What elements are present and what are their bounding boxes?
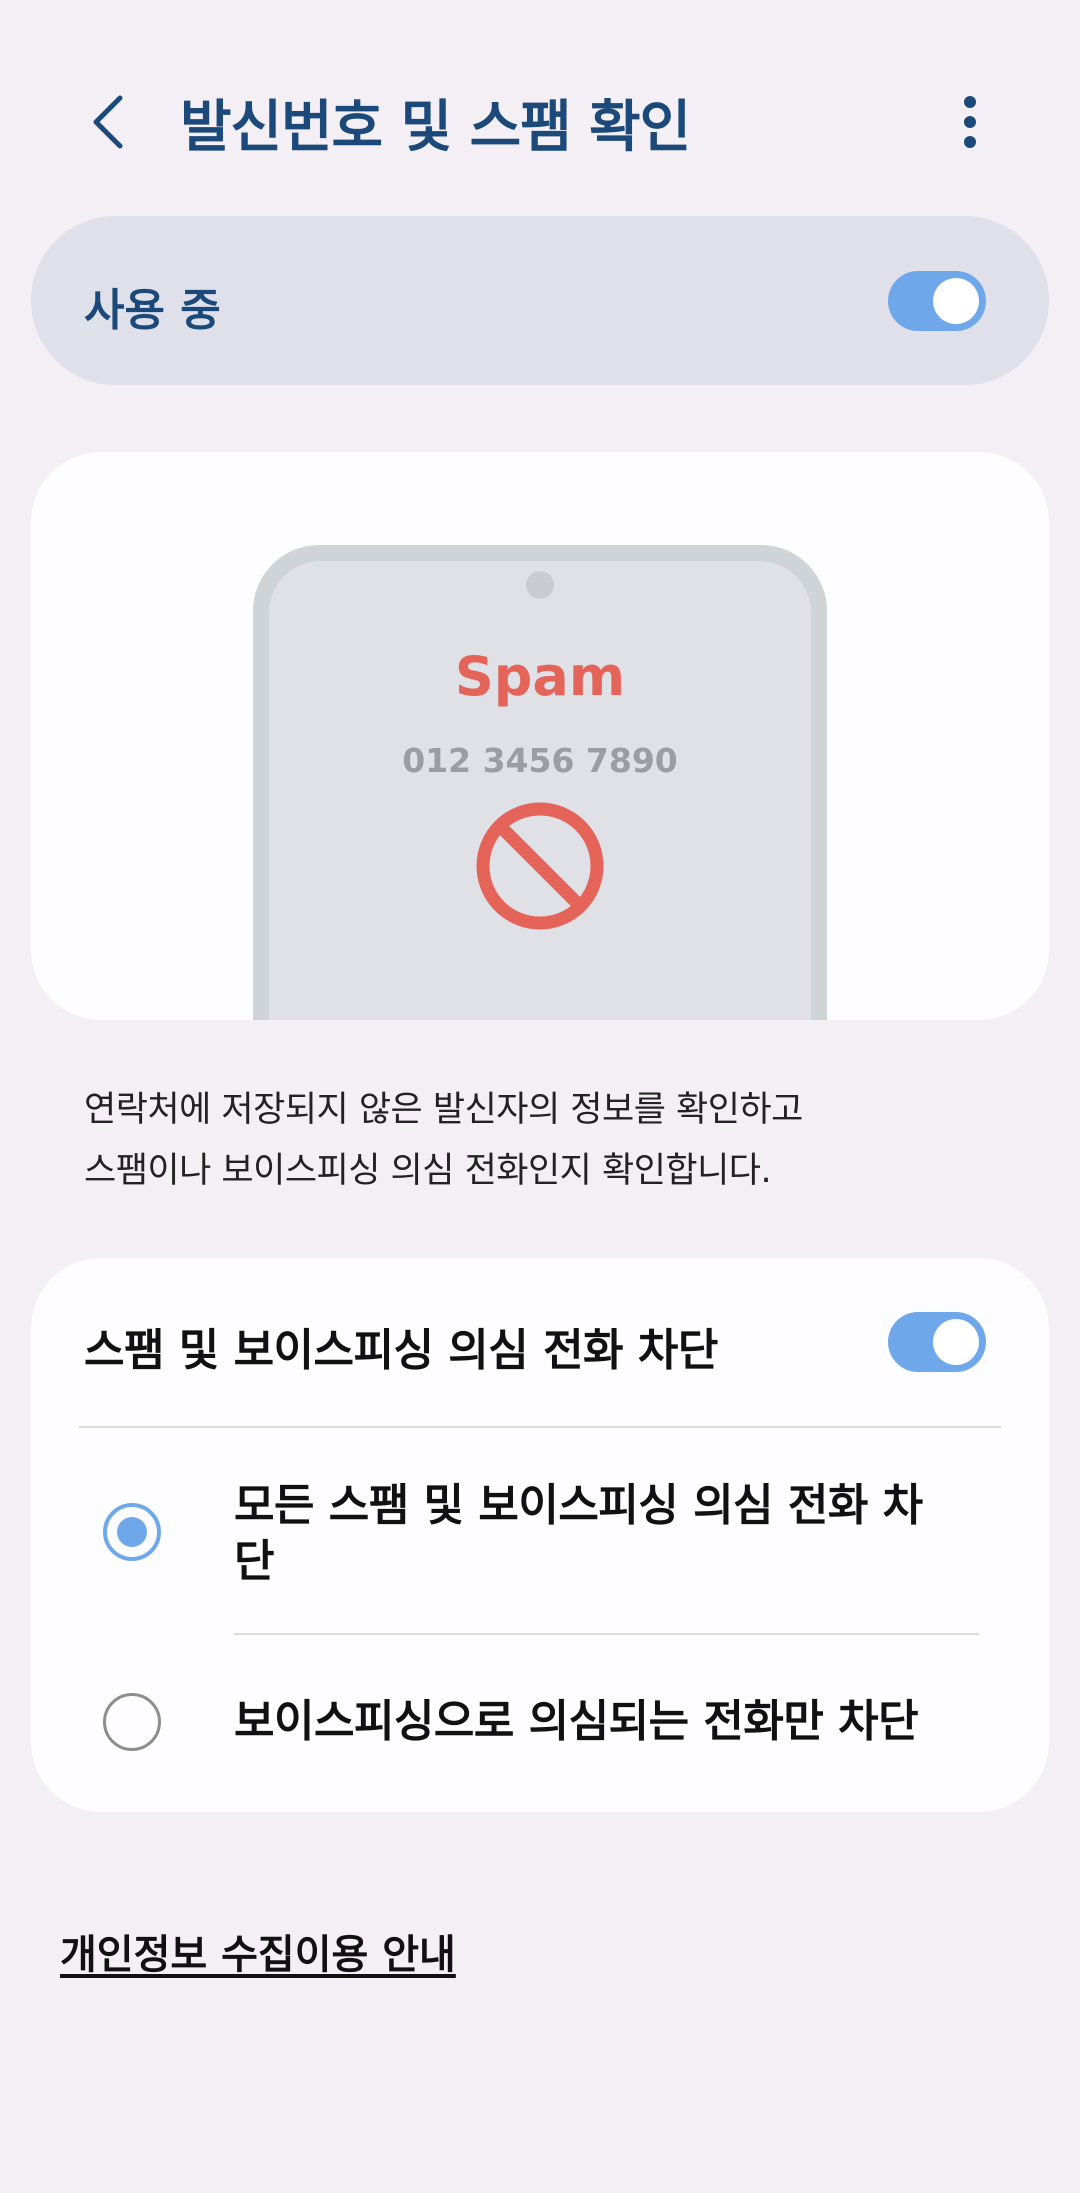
divider	[234, 1633, 979, 1635]
radio-label-block-all: 모든 스팸 및 보이스피싱 의심 전화 차단	[234, 1480, 923, 1587]
radio-button-selected[interactable]	[103, 1503, 161, 1561]
master-toggle-switch[interactable]	[888, 271, 986, 331]
description-line-2: 스팸이나 보이스피싱 의심 전화인지 확인합니다.	[84, 1151, 772, 1191]
master-toggle-row[interactable]: 사용 중	[31, 216, 1049, 385]
phone-illustration: Spam 012 3456 7890	[253, 545, 827, 1020]
master-toggle-label: 사용 중	[84, 285, 221, 336]
block-settings-card: 스팸 및 보이스피싱 의심 전화 차단 모든 스팸 및 보이스피싱 의심 전화 …	[31, 1258, 1049, 1812]
page-title: 발신번호 및 스팸 확인	[180, 95, 691, 160]
chevron-left-icon	[93, 95, 123, 149]
switch-knob	[933, 1319, 979, 1365]
radio-label-block-phishing-only: 보이스피싱으로 의심되는 전화만 차단	[234, 1696, 919, 1747]
radio-dot	[117, 1517, 147, 1547]
more-vertical-icon	[964, 96, 976, 148]
app-bar: 발신번호 및 스팸 확인	[0, 60, 1080, 185]
block-spam-label: 스팸 및 보이스피싱 의심 전화 차단	[84, 1325, 718, 1376]
block-spam-toggle-row[interactable]: 스팸 및 보이스피싱 의심 전화 차단	[31, 1258, 1049, 1426]
more-options-button[interactable]	[940, 90, 1000, 154]
feature-description: 연락처에 저장되지 않은 발신자의 정보를 확인하고 스팸이나 보이스피싱 의심…	[84, 1080, 1004, 1202]
spam-label: Spam	[454, 645, 626, 708]
description-line-1: 연락처에 저장되지 않은 발신자의 정보를 확인하고	[84, 1090, 803, 1130]
block-spam-switch[interactable]	[888, 1312, 986, 1372]
radio-button-unselected[interactable]	[103, 1693, 161, 1751]
back-button[interactable]	[78, 90, 138, 154]
phone-screen: Spam 012 3456 7890	[269, 561, 811, 1020]
divider	[79, 1426, 1001, 1428]
spam-phone-number: 012 3456 7890	[402, 741, 678, 780]
radio-option-block-all[interactable]: 모든 스팸 및 보이스피싱 의심 전화 차단	[31, 1458, 1049, 1628]
privacy-info-link[interactable]: 개인정보 수집이용 안내	[60, 1922, 456, 1980]
radio-option-block-phishing-only[interactable]: 보이스피싱으로 의심되는 전화만 차단	[31, 1638, 1049, 1808]
camera-dot	[526, 571, 554, 599]
switch-knob	[933, 278, 979, 324]
block-icon	[476, 802, 604, 930]
spam-illustration-card: Spam 012 3456 7890	[31, 452, 1049, 1020]
